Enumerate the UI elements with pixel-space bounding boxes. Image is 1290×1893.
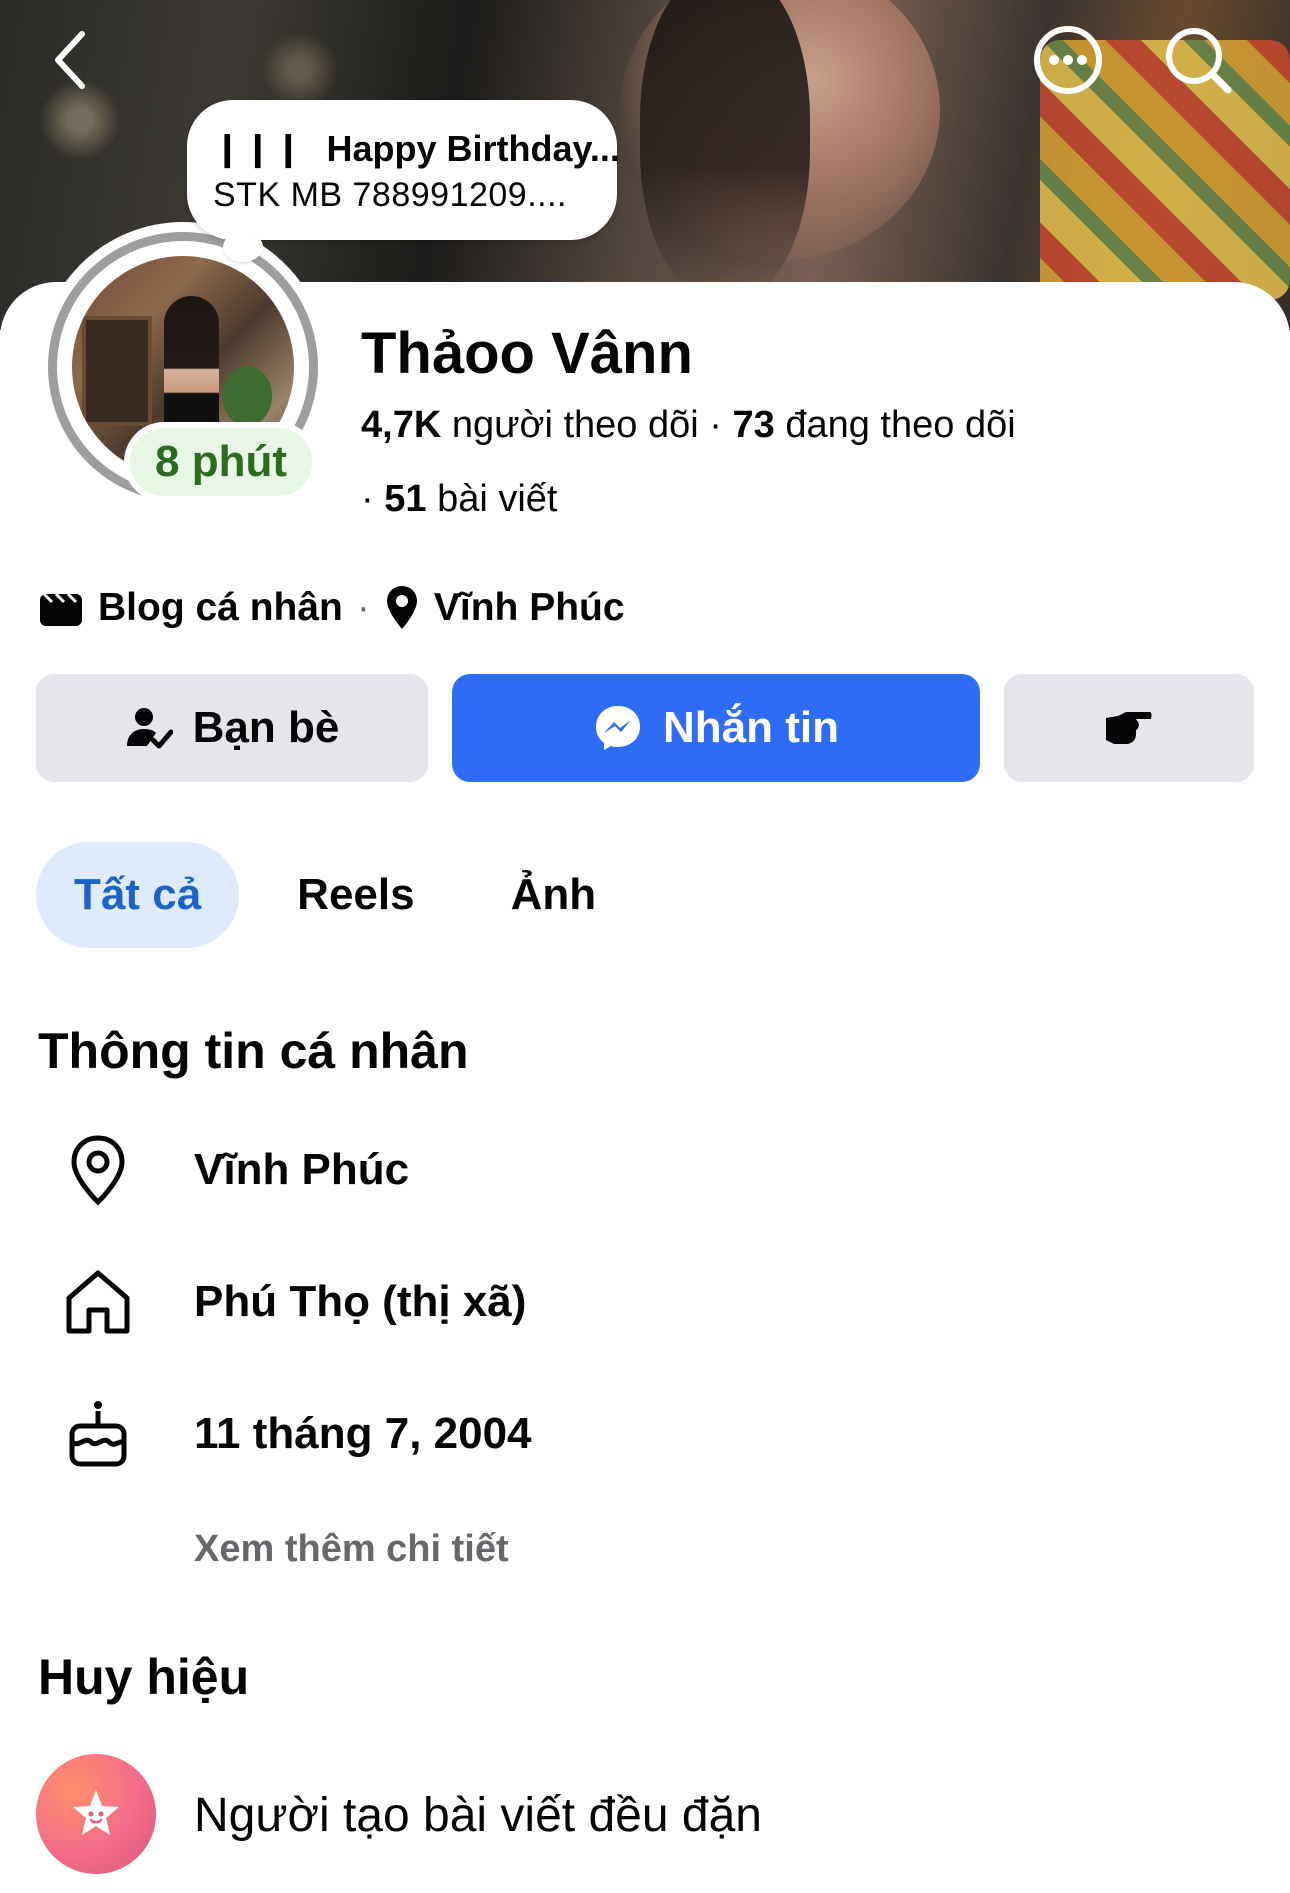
location-pin-icon [60,1132,136,1208]
posts-stats: · 51 bài viết [361,478,557,521]
about-item-location: Vĩnh Phúc [60,1132,409,1208]
more-dots-icon [1034,26,1102,94]
badges-section-title: Huy hiệu [38,1649,250,1705]
following-label: đang theo dõi [785,404,1016,446]
search-button[interactable] [1160,22,1236,98]
about-item-birthday: 11 tháng 7, 2004 [60,1396,532,1472]
about-item-hometown: Phú Thọ (thị xã) [60,1264,526,1340]
note-line-2: STK MB 788991209.... [213,176,567,214]
followers-label: người theo dõi [451,404,699,446]
search-icon [1166,28,1232,94]
profile-category: Blog cá nhân [98,586,343,629]
location-pin-icon [386,586,417,629]
clapperboard-icon [40,592,82,626]
follow-stats[interactable]: 4,7K người theo dõi · 73 đang theo dõi [361,404,1016,447]
messenger-icon [596,706,640,750]
music-bars-icon: ❙❙❙ [213,130,305,168]
more-options-button[interactable] [1030,22,1106,98]
following-count: 73 [732,404,775,446]
tab-reels[interactable]: Reels [259,842,452,948]
profile-tabs: Tất cả Reels Ảnh [36,842,634,948]
poke-hand-icon [1106,712,1152,744]
followers-count: 4,7K [361,404,442,446]
stats-separator: · [709,404,733,446]
birthday-cake-icon [60,1396,136,1472]
tab-photos[interactable]: Ảnh [473,842,635,948]
posts-count: 51 [384,478,427,520]
star-badge-icon[interactable] [36,1754,156,1874]
message-button-label: Nhắn tin [663,703,839,752]
back-button[interactable] [32,22,108,98]
about-hometown-text: Phú Thọ (thị xã) [194,1277,527,1326]
posts-label: bài viết [437,478,558,520]
note-tail [223,232,263,262]
meta-separator: · [356,586,370,629]
message-button[interactable]: Nhắn tin [452,674,980,782]
profile-note-bubble[interactable]: ❙❙❙ Happy Birthday... STK MB 788991209..… [187,100,620,262]
friend-check-icon [126,708,173,749]
about-location-text: Vĩnh Phúc [194,1145,410,1194]
about-birthday-text: 11 tháng 7, 2004 [194,1409,532,1458]
poke-button[interactable] [1004,674,1254,782]
friends-button-label: Bạn bè [192,703,340,752]
friends-button[interactable]: Bạn bè [36,674,428,782]
profile-meta: Blog cá nhân · Vĩnh Phúc [38,584,625,632]
badge-label: Người tạo bài viết đều đặn [194,1789,762,1842]
profile-name: Thảoo Vânn [361,321,693,386]
tab-all[interactable]: Tất cả [36,842,240,948]
profile-location: Vĩnh Phúc [433,586,625,629]
chevron-left-icon [55,31,85,89]
home-icon [60,1264,136,1340]
about-section-title: Thông tin cá nhân [38,1023,469,1079]
see-more-details-link[interactable]: Xem thêm chi tiết [194,1528,509,1571]
stats-separator: · [361,478,385,520]
active-status-badge: 8 phút [124,422,318,502]
note-line-1: Happy Birthday... [326,128,620,169]
